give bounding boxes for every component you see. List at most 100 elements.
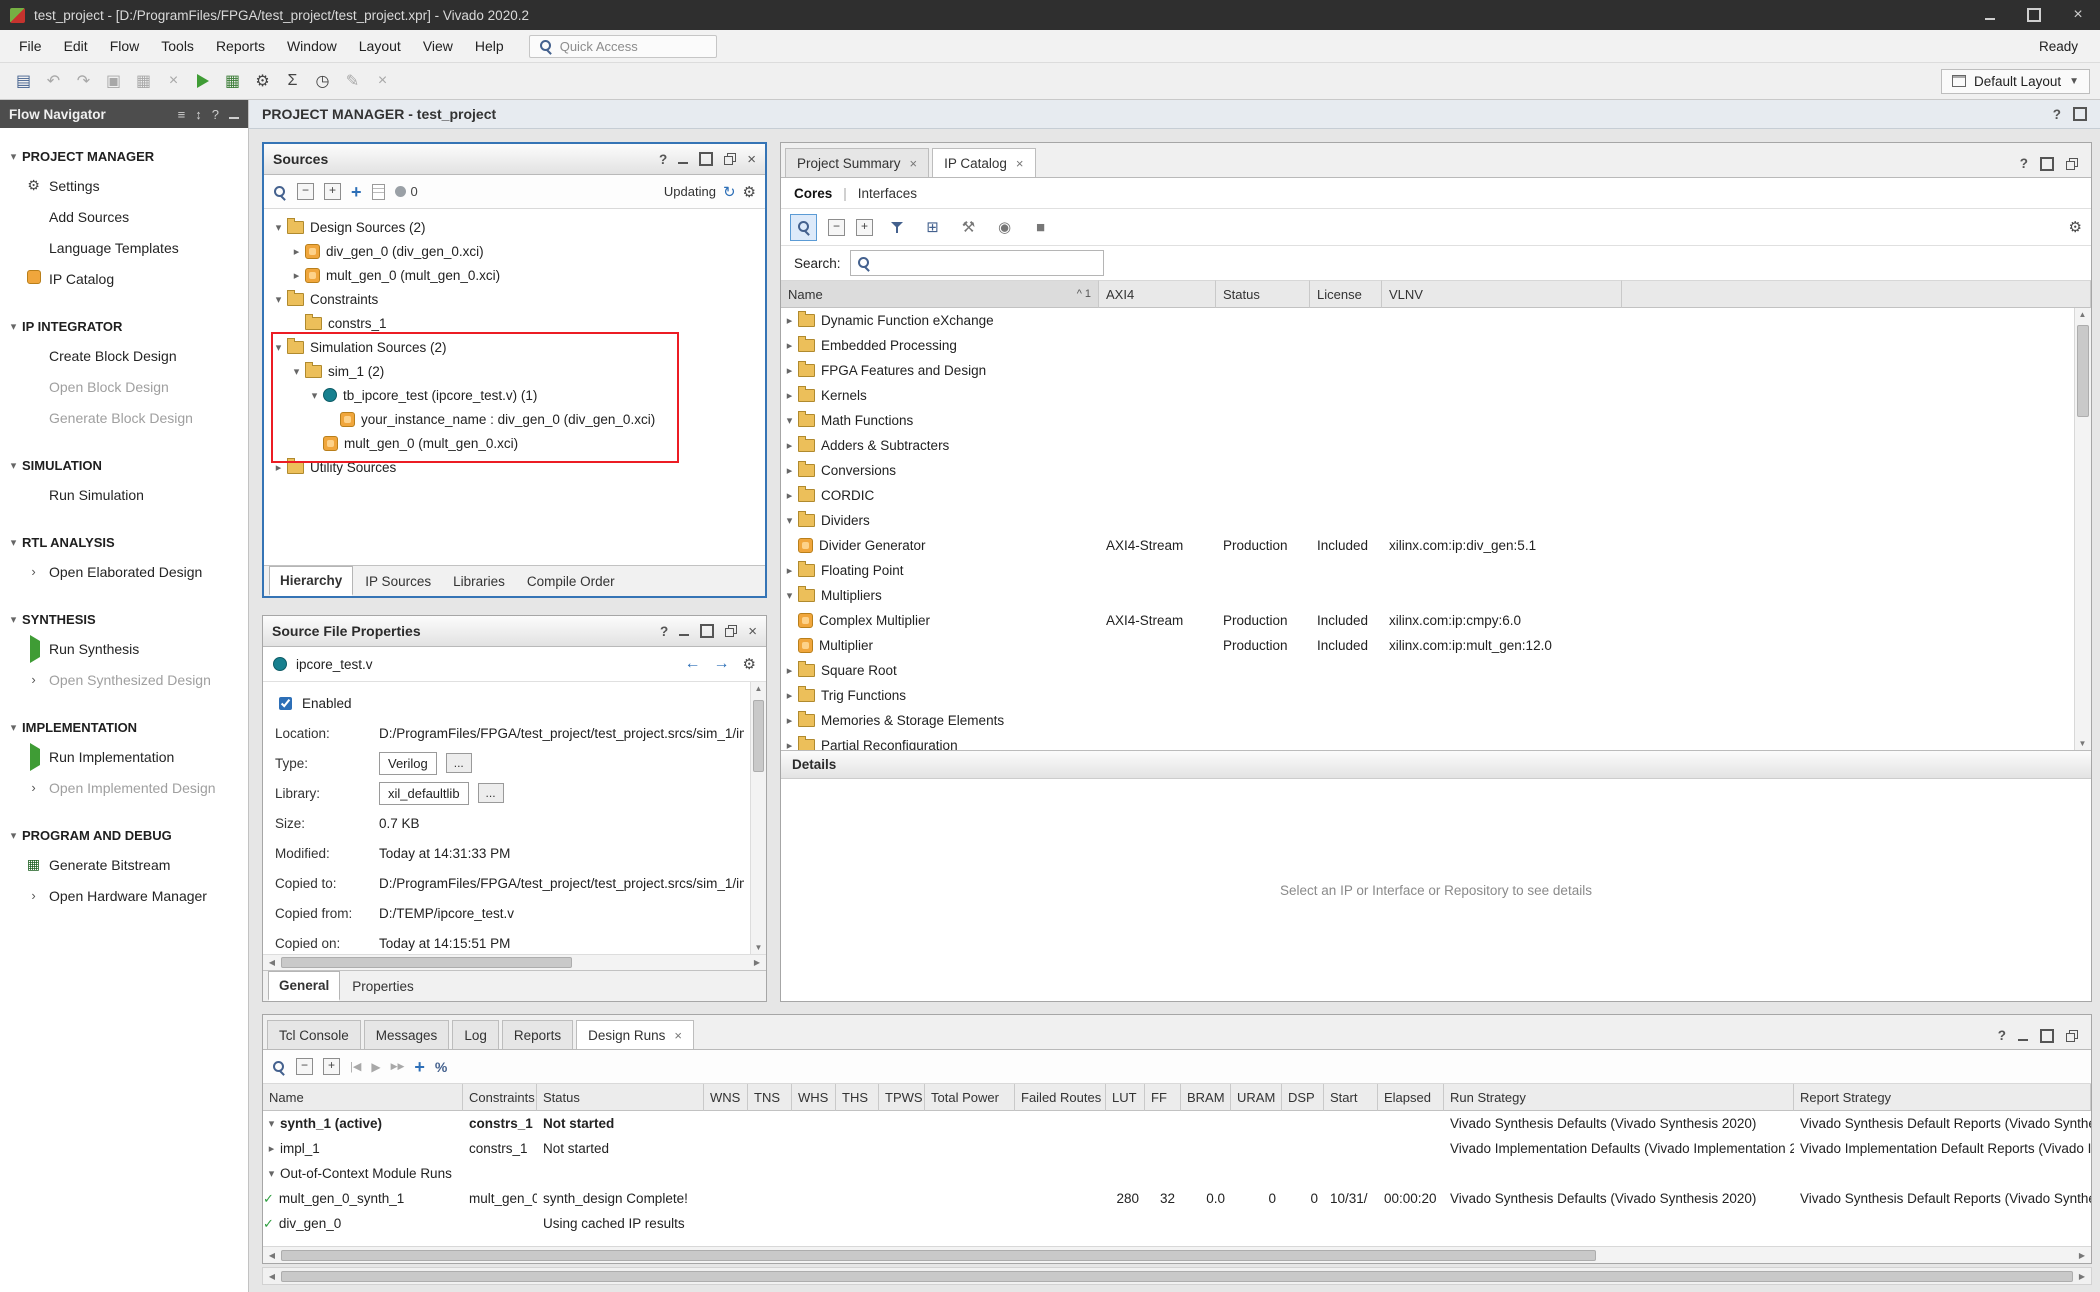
cancel-icon[interactable]: ×: [369, 68, 396, 95]
flownav-section-ip-integrator[interactable]: IP INTEGRATOR: [0, 312, 248, 340]
scroll-thumb[interactable]: [281, 1271, 2073, 1282]
edit-pencil-icon[interactable]: ✎: [339, 68, 366, 95]
scroll-down-icon[interactable]: ▼: [2075, 739, 2090, 748]
redo-icon[interactable]: ↷: [70, 68, 97, 95]
reset-runs-icon[interactable]: |◀: [350, 1060, 361, 1073]
menu-edit[interactable]: Edit: [53, 33, 99, 59]
expander-icon[interactable]: [781, 564, 798, 577]
catalog-row[interactable]: Kernels: [781, 383, 2091, 408]
column-uram[interactable]: URAM: [1231, 1084, 1282, 1111]
expander-icon[interactable]: [781, 339, 798, 352]
copy-icon[interactable]: ▣: [100, 68, 127, 95]
expand-collapse-icon[interactable]: ↕: [195, 107, 202, 122]
scroll-down-icon[interactable]: ▼: [751, 943, 766, 952]
stop-icon[interactable]: ■: [1028, 215, 1053, 240]
percentage-icon[interactable]: %: [435, 1059, 447, 1075]
expander-icon[interactable]: [781, 414, 798, 427]
tree-row-testbench[interactable]: tb_ipcore_test (ipcore_test.v) (1): [264, 383, 765, 407]
flownav-item-open-elaborated-design[interactable]: › Open Elaborated Design: [0, 556, 248, 587]
scroll-left-icon[interactable]: ◀: [265, 1251, 279, 1260]
expander-icon[interactable]: [781, 514, 798, 527]
catalog-row-math-functions[interactable]: Math Functions: [781, 408, 2091, 433]
maximize-icon[interactable]: [2040, 1029, 2054, 1043]
flownav-item-run-implementation[interactable]: Run Implementation: [0, 741, 248, 772]
catalog-row-multipliers[interactable]: Multipliers: [781, 583, 2091, 608]
help-icon[interactable]: ?: [212, 107, 219, 122]
horizontal-scrollbar[interactable]: ◀ ▶: [263, 954, 766, 970]
maximize-icon[interactable]: [2040, 157, 2054, 171]
enabled-checkbox[interactable]: [279, 697, 292, 710]
column-run-strategy[interactable]: Run Strategy: [1444, 1084, 1794, 1111]
column-whs[interactable]: WHS: [792, 1084, 836, 1111]
catalog-row-complex-multiplier[interactable]: Complex Multiplier AXI4-Stream Productio…: [781, 608, 2091, 633]
library-browse-button[interactable]: ...: [478, 783, 504, 803]
properties-doc-icon[interactable]: [372, 184, 385, 200]
tab-design-runs[interactable]: Design Runs ×: [576, 1020, 694, 1049]
scroll-right-icon[interactable]: ▶: [2075, 1272, 2089, 1281]
add-sources-icon[interactable]: +: [351, 183, 362, 201]
scroll-up-icon[interactable]: ▲: [751, 684, 766, 693]
help-icon[interactable]: ?: [2053, 107, 2061, 122]
catalog-row-multiplier[interactable]: Multiplier Production Included xilinx.co…: [781, 633, 2091, 658]
flownav-section-implementation[interactable]: IMPLEMENTATION: [0, 713, 248, 741]
flownav-section-program-and-debug[interactable]: PROGRAM AND DEBUG: [0, 821, 248, 849]
run-row-impl-1[interactable]: impl_1 constrs_1 Not started Vivado Impl…: [263, 1136, 2091, 1161]
column-start[interactable]: Start: [1324, 1084, 1378, 1111]
column-status[interactable]: Status: [537, 1084, 704, 1111]
scroll-up-icon[interactable]: ▲: [2075, 310, 2090, 319]
column-axi4[interactable]: AXI4: [1099, 280, 1216, 308]
tree-row[interactable]: your_instance_name : div_gen_0 (div_gen_…: [264, 407, 765, 431]
expand-all-icon[interactable]: +: [324, 183, 341, 200]
settings-gear-icon[interactable]: ⚙: [249, 68, 276, 95]
tab-compile-order[interactable]: Compile Order: [517, 568, 625, 595]
flownav-item-open-synthesized-design[interactable]: › Open Synthesized Design: [0, 664, 248, 695]
flownav-item-settings[interactable]: ⚙ Settings: [0, 170, 248, 201]
horizontal-scrollbar[interactable]: ◀ ▶: [263, 1246, 2091, 1263]
close-icon[interactable]: ×: [747, 152, 756, 167]
wrench-icon[interactable]: ⚒: [956, 215, 981, 240]
tree-row-sim-1[interactable]: sim_1 (2): [264, 359, 765, 383]
catalog-row[interactable]: Memories & Storage Elements: [781, 708, 2091, 733]
scroll-right-icon[interactable]: ▶: [750, 958, 764, 967]
catalog-row-dividers[interactable]: Dividers: [781, 508, 2091, 533]
expander-icon[interactable]: [5, 150, 22, 163]
run-row-mult-gen-synth[interactable]: ✓mult_gen_0_synth_1 mult_gen_0 synth_des…: [263, 1186, 2091, 1211]
minimize-icon[interactable]: [229, 109, 239, 119]
float-icon[interactable]: [2066, 1030, 2078, 1042]
reports-sigma-icon[interactable]: Σ: [279, 68, 306, 95]
scroll-right-icon[interactable]: ▶: [2075, 1251, 2089, 1260]
expander-icon[interactable]: [781, 389, 798, 402]
tab-log[interactable]: Log: [452, 1020, 499, 1049]
run-row-synth-1[interactable]: synth_1 (active) constrs_1 Not started V…: [263, 1111, 2091, 1136]
dock-icon[interactable]: ≡: [178, 107, 186, 122]
menu-view[interactable]: View: [412, 33, 464, 59]
run-row-div-gen[interactable]: ✓div_gen_0 Using cached IP results: [263, 1211, 2091, 1236]
flownav-section-rtl-analysis[interactable]: RTL ANALYSIS: [0, 528, 248, 556]
expander-icon[interactable]: [306, 389, 323, 402]
expander-icon[interactable]: [781, 739, 798, 750]
menu-file[interactable]: File: [8, 33, 53, 59]
search-icon[interactable]: [272, 1060, 286, 1074]
help-icon[interactable]: ?: [659, 152, 667, 167]
gear-icon[interactable]: ⚙: [2069, 218, 2082, 236]
catalog-row[interactable]: Conversions: [781, 458, 2091, 483]
refresh-icon[interactable]: ↻: [723, 183, 736, 201]
collapse-all-icon[interactable]: −: [297, 183, 314, 200]
float-icon[interactable]: [724, 153, 736, 165]
expander-icon[interactable]: [263, 1167, 280, 1180]
maximize-icon[interactable]: [700, 624, 714, 638]
vertical-scrollbar[interactable]: ▲ ▼: [2074, 308, 2091, 750]
create-runs-icon[interactable]: +: [414, 1058, 425, 1076]
column-constraints[interactable]: Constraints: [463, 1084, 537, 1111]
tab-ip-catalog[interactable]: IP Catalog ×: [932, 148, 1035, 177]
tree-row[interactable]: mult_gen_0 (mult_gen_0.xci): [264, 263, 765, 287]
tab-project-summary[interactable]: Project Summary ×: [785, 148, 929, 177]
expander-icon[interactable]: [288, 245, 305, 258]
add-repository-icon[interactable]: ⊞: [920, 215, 945, 240]
menu-help[interactable]: Help: [464, 33, 515, 59]
column-vlnv[interactable]: VLNV: [1382, 280, 1622, 308]
expander-icon[interactable]: [5, 721, 22, 734]
catalog-row[interactable]: Partial Reconfiguration: [781, 733, 2091, 750]
messages-filter[interactable]: 0: [395, 184, 418, 199]
expander-icon[interactable]: [781, 314, 798, 327]
